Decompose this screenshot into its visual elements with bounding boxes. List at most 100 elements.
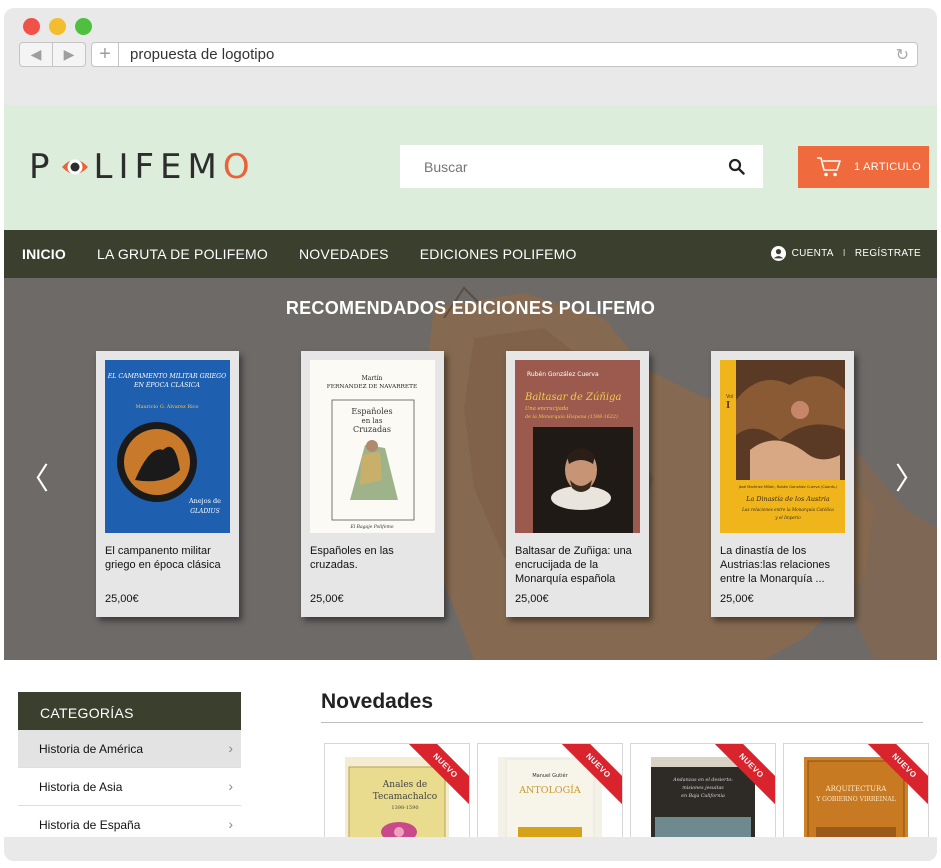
book-cover-image: Rubén González Cuerva Baltasar de Zúñiga… <box>515 360 640 533</box>
cover-text: La Dinastía de los Austria <box>745 495 830 503</box>
cover-text: ANTOLOGÍA <box>518 784 581 796</box>
history-nav: ◀ ▶ <box>19 42 86 67</box>
book-price: 25,00€ <box>515 593 549 605</box>
chevron-right-icon: › <box>228 778 233 794</box>
category-label: Historia de Asia <box>39 780 123 794</box>
cover-text: Anales de <box>382 780 427 790</box>
logo-letters: LIFEM <box>93 147 223 187</box>
forward-button[interactable]: ▶ <box>53 43 85 66</box>
cover-text: Manuel Gutiér <box>532 772 568 779</box>
carousel-prev-icon[interactable]: 〈 <box>19 454 49 498</box>
site-header: P LIFEM O Buscar 1 ARTICULO <box>4 105 937 230</box>
site-logo[interactable]: P LIFEM O <box>29 147 256 187</box>
cover-text: Baltasar de Zúñiga <box>524 392 621 403</box>
window-controls <box>23 18 92 35</box>
minimize-window-button[interactable] <box>49 18 66 35</box>
book-cover-image: EL CAMPAMENTO MILITAR GRIEGO EN ÉPOCA CL… <box>105 360 230 533</box>
search-icon[interactable] <box>728 158 745 175</box>
browser-window: ◀ ▶ + propuesta de logotipo ↻ P LIFEM O <box>4 8 937 861</box>
search-box <box>400 145 763 188</box>
featured-carousel: RECOMENDADOS EDICIONES POLIFEMO 〈 〉 EL C… <box>4 278 937 660</box>
categories-panel: CATEGORÍAS Historia de América › Histori… <box>18 692 241 837</box>
cover-text: Vol <box>726 394 733 400</box>
categories-heading: CATEGORÍAS <box>18 692 241 730</box>
nav-item-la-gruta[interactable]: LA GRUTA DE POLIFEMO <box>97 246 268 262</box>
back-button[interactable]: ◀ <box>20 43 53 66</box>
browser-bottom-bar <box>4 837 937 861</box>
book-card[interactable]: Vol I José Martínez Millán, Rubén Gonzál… <box>711 351 854 617</box>
cover-text: José Martínez Millán, Rubén González Cue… <box>738 485 838 489</box>
category-item[interactable]: Historia de América › <box>18 730 241 768</box>
cart-icon <box>817 157 841 177</box>
carousel-title: RECOMENDADOS EDICIONES POLIFEMO <box>285 298 656 318</box>
book-title[interactable]: El campanento militar griego en época cl… <box>105 544 237 572</box>
novedades-heading: Novedades <box>321 690 434 713</box>
book-price: 25,00€ <box>720 593 754 605</box>
cover-text: 1398-1590 <box>391 805 418 811</box>
book-title[interactable]: La dinastía de los Austrias:las relacion… <box>720 544 852 586</box>
cover-text: El Bagaje Polifemo <box>350 524 394 530</box>
reload-icon[interactable]: ↻ <box>896 45 909 65</box>
account-links: CUENTA I REGÍSTRATE <box>770 246 921 261</box>
address-bar[interactable]: + propuesta de logotipo ↻ <box>91 42 918 67</box>
book-title[interactable]: Españoles en las cruzadas. <box>310 544 442 572</box>
chevron-right-icon: › <box>228 816 233 832</box>
category-label: Historia de España <box>39 818 141 832</box>
book-cover-image: Martín FERNANDEZ DE NAVARRETE Españoles … <box>310 360 435 533</box>
nav-item-novedades[interactable]: NOVEDADES <box>299 246 389 262</box>
main-nav: INICIO LA GRUTA DE POLIFEMO NOVEDADES ED… <box>4 230 937 278</box>
nav-item-inicio[interactable]: INICIO <box>22 246 66 262</box>
category-item[interactable]: Historia de Asia › <box>18 768 241 806</box>
cover-text: GLADIUS <box>190 508 219 515</box>
cover-text: Mauricio G. Álvarez Rico <box>135 403 198 410</box>
cover-text: Y GOBIERNO VIRREINAL <box>815 796 895 803</box>
section-divider <box>321 722 923 723</box>
new-tab-button[interactable]: + <box>92 43 119 66</box>
cover-text: EL CAMPAMENTO MILITAR GRIEGO <box>107 373 226 380</box>
cover-text: Anejos de <box>188 497 221 505</box>
book-card[interactable]: Martín FERNANDEZ DE NAVARRETE Españoles … <box>301 351 444 617</box>
cover-text: y el Imperio <box>774 515 801 520</box>
book-card[interactable]: Rubén González Cuerva Baltasar de Zúñiga… <box>506 351 649 617</box>
category-item[interactable]: Historia de España › <box>18 806 241 837</box>
cover-text: ARQUITECTURA <box>825 785 888 793</box>
cover-text: en las <box>362 417 383 425</box>
cover-text: de la Monarquía Hispana (1598-1622) <box>525 413 618 420</box>
book-price: 25,00€ <box>310 593 344 605</box>
account-separator: I <box>842 248 846 259</box>
category-label: Historia de América <box>39 742 144 756</box>
book-title[interactable]: Baltasar de Zuñiga: una encrucijada de l… <box>515 544 647 586</box>
new-book-card[interactable]: Andanzas en el desierto: misiones jesuit… <box>630 743 776 837</box>
book-card[interactable]: EL CAMPAMENTO MILITAR GRIEGO EN ÉPOCA CL… <box>96 351 239 617</box>
cover-text: misiones jesuitas <box>682 785 724 791</box>
nav-item-ediciones[interactable]: EDICIONES POLIFEMO <box>420 246 577 262</box>
book-price: 25,00€ <box>105 593 139 605</box>
new-book-card[interactable]: Manuel Gutiér ANTOLOGÍA NUEVO <box>477 743 623 837</box>
address-text[interactable]: propuesta de logotipo <box>130 46 274 63</box>
close-window-button[interactable] <box>23 18 40 35</box>
register-link[interactable]: REGÍSTRATE <box>855 248 921 259</box>
new-book-card[interactable]: Anales de Tecamachalco 1398-1590 NUEVO <box>324 743 470 837</box>
cover-text: en Baja California <box>681 793 725 799</box>
cover-text: Las relaciones entre la Monarquía Católi… <box>741 507 834 512</box>
cover-text: Tecamachalco <box>373 792 437 802</box>
cart-button[interactable]: 1 ARTICULO <box>798 146 929 188</box>
carousel-next-icon[interactable]: 〉 <box>895 454 925 498</box>
book-cover-image: Vol I José Martínez Millán, Rubén Gonzál… <box>720 360 845 533</box>
maximize-window-button[interactable] <box>75 18 92 35</box>
web-page: P LIFEM O Buscar 1 ARTICULO INICIO LA GR… <box>4 105 937 837</box>
eye-logo-icon <box>60 152 90 182</box>
search-input[interactable] <box>400 145 700 188</box>
cart-label: 1 ARTICULO <box>854 161 921 173</box>
cover-text: EN ÉPOCA CLÁSICA <box>133 381 201 389</box>
account-link[interactable]: CUENTA <box>792 248 834 259</box>
logo-letter-p: P <box>29 147 56 187</box>
cover-text: Españoles <box>351 407 392 416</box>
cover-text: Una encrucijada <box>525 406 568 412</box>
cover-text: I <box>726 401 730 411</box>
cover-text: Andanzas en el desierto: <box>672 777 733 783</box>
logo-letter-o: O <box>222 147 256 187</box>
cover-text: FERNANDEZ DE NAVARRETE <box>327 384 417 390</box>
new-book-card[interactable]: ARQUITECTURA Y GOBIERNO VIRREINAL NUEVO <box>783 743 929 837</box>
cover-text: Rubén González Cuerva <box>527 371 599 378</box>
